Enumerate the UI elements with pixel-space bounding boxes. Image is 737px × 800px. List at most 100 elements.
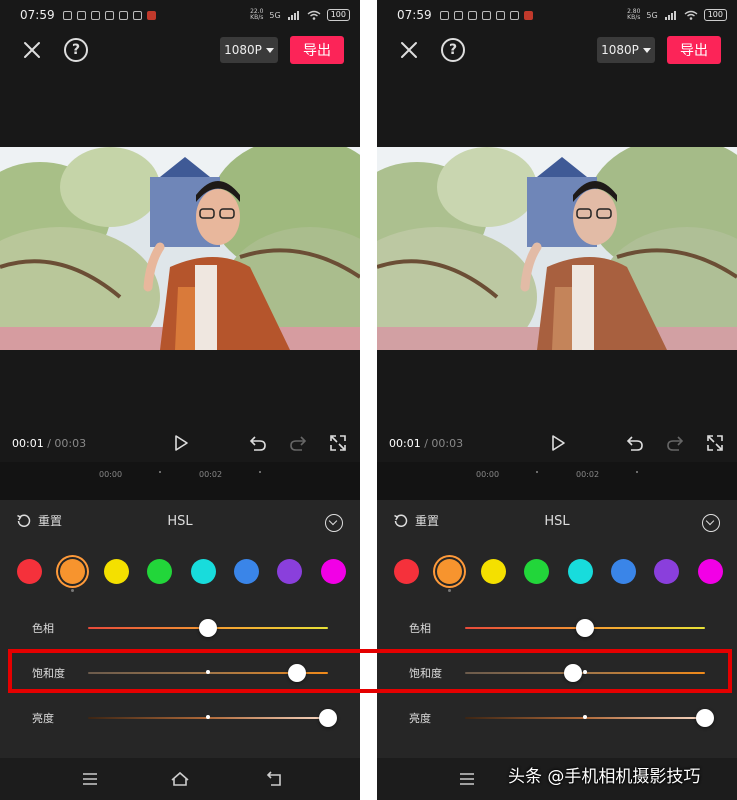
undo-icon[interactable] [249,434,267,452]
timecode: 00:01 / 00:03 [12,437,87,450]
slider-center-mark [583,670,587,674]
menu-icon[interactable] [80,770,100,788]
notification-icon [118,10,128,20]
slider-knob[interactable] [199,619,217,637]
slider-knob[interactable] [696,709,714,727]
ruler-tick-label: 00:02 [576,470,600,479]
undo-icon[interactable] [626,434,644,452]
color-swatch[interactable] [480,559,506,584]
color-swatch[interactable] [17,559,42,584]
editor-topbar: ? 1080P 导出 [377,32,737,68]
brightness-slider[interactable]: 亮度 [0,706,360,730]
notification-icon [439,10,449,20]
notification-icon [481,10,491,20]
selected-indicator [448,589,452,592]
slider-label: 色相 [32,622,54,635]
playback-bar: 00:01 / 00:03 [0,430,360,458]
notification-icons [62,10,156,20]
color-swatch[interactable] [567,559,593,584]
color-swatch[interactable] [654,559,680,584]
hsl-panel: 重置 HSL 色相 饱和度 亮度 [377,500,737,758]
net-speed: 22.0 KB/s [250,8,264,21]
color-swatch[interactable] [394,559,419,584]
color-swatches [377,559,737,592]
help-icon[interactable]: ? [64,38,88,62]
play-icon[interactable] [549,434,567,452]
notification-icon [104,10,114,20]
ruler-tick-label: 00:00 [99,470,123,479]
redo-icon[interactable] [289,434,307,452]
fullscreen-icon[interactable] [706,434,724,452]
notification-icon [467,10,477,20]
chevron-down-icon[interactable] [702,514,720,532]
help-icon[interactable]: ? [441,38,465,62]
notification-icons [439,10,533,20]
export-button[interactable]: 导出 [290,36,344,64]
hue-slider[interactable]: 色相 [0,616,360,640]
slider-knob[interactable] [287,664,306,682]
hsl-panel: 重置 HSL 色相 饱和度 亮度 [0,500,360,758]
preview-frame [377,147,737,350]
close-icon[interactable] [20,38,44,62]
resolution-dropdown[interactable]: 1080P [220,37,278,63]
slider-center-mark [206,670,210,674]
color-swatch[interactable] [60,559,86,584]
preview-frame [0,147,360,350]
status-time: 07:59 [20,8,55,22]
slider-center-mark [583,715,587,719]
home-icon[interactable] [170,770,190,788]
color-swatch[interactable] [697,559,723,584]
notification-icon [132,10,142,20]
brightness-slider[interactable]: 亮度 [377,706,737,730]
status-bar: 07:59 22.0 KB/s 5G 100 [0,0,360,30]
ruler-tick-label: 00:00 [476,470,500,479]
color-swatch[interactable] [277,559,303,584]
ruler-dot [259,471,261,473]
color-swatch[interactable] [190,559,216,584]
timeline-ruler[interactable]: 00:00 00:02 [0,462,360,500]
color-swatch[interactable] [611,559,636,584]
hue-slider[interactable]: 色相 [377,616,737,640]
system-nav-bar [0,758,360,800]
back-icon[interactable] [265,770,285,788]
net-speed: 2.80 KB/s [627,8,641,21]
color-swatch[interactable] [234,559,259,584]
slider-center-mark [206,715,210,719]
panel-title: HSL [167,514,193,529]
export-button[interactable]: 导出 [667,36,721,64]
color-swatch[interactable] [437,559,463,584]
fullscreen-icon[interactable] [329,434,347,452]
play-icon[interactable] [172,434,190,452]
slider-knob[interactable] [576,619,594,637]
color-swatch[interactable] [320,559,346,584]
color-swatch[interactable] [524,559,550,584]
slider-label: 色相 [409,622,431,635]
close-icon[interactable] [397,38,421,62]
resolution-dropdown[interactable]: 1080P [597,37,655,63]
redo-icon[interactable] [666,434,684,452]
caret-down-icon [265,47,274,53]
battery-icon: 100 [326,9,350,21]
chevron-down-icon[interactable] [325,514,343,532]
phone-after: 07:59 2.80 KB/s 5G 100 ? 1080P 导出 00:01 … [377,0,737,800]
slider-knob[interactable] [319,709,337,727]
battery-icon: 100 [703,9,727,21]
caret-down-icon [642,47,651,53]
notification-icon [495,10,505,20]
slider-label: 饱和度 [409,667,442,680]
color-swatches [0,559,360,592]
signal-icon [287,11,299,20]
selected-indicator [71,589,75,592]
saturation-slider[interactable]: 饱和度 [377,661,737,685]
ruler-dot [636,471,638,473]
saturation-slider[interactable]: 饱和度 [0,661,360,685]
ruler-dot [159,471,161,473]
status-time: 07:59 [397,8,432,22]
slider-knob[interactable] [564,664,582,682]
timeline-ruler[interactable]: 00:00 00:02 [377,462,737,500]
notification-icon [453,10,463,20]
menu-icon[interactable] [457,770,477,788]
color-swatch[interactable] [103,559,129,584]
color-swatch[interactable] [147,559,173,584]
timecode: 00:01 / 00:03 [389,437,464,450]
